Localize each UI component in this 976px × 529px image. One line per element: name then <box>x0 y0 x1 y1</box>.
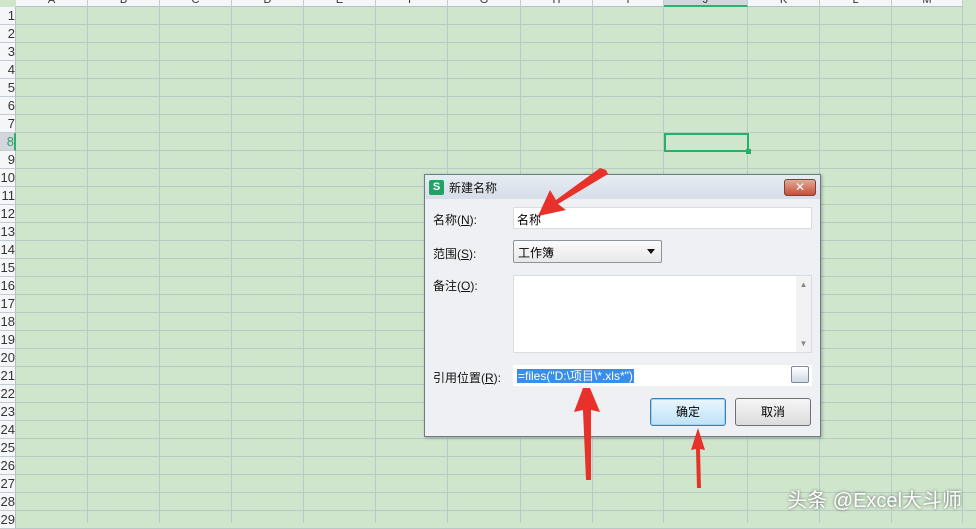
arrow-to-reference <box>574 388 600 480</box>
arrow-to-name <box>538 168 608 216</box>
watermark: 头条 @Excel大斗师 <box>787 490 962 512</box>
arrow-to-ok <box>691 428 705 488</box>
annotation-arrows <box>538 168 705 488</box>
